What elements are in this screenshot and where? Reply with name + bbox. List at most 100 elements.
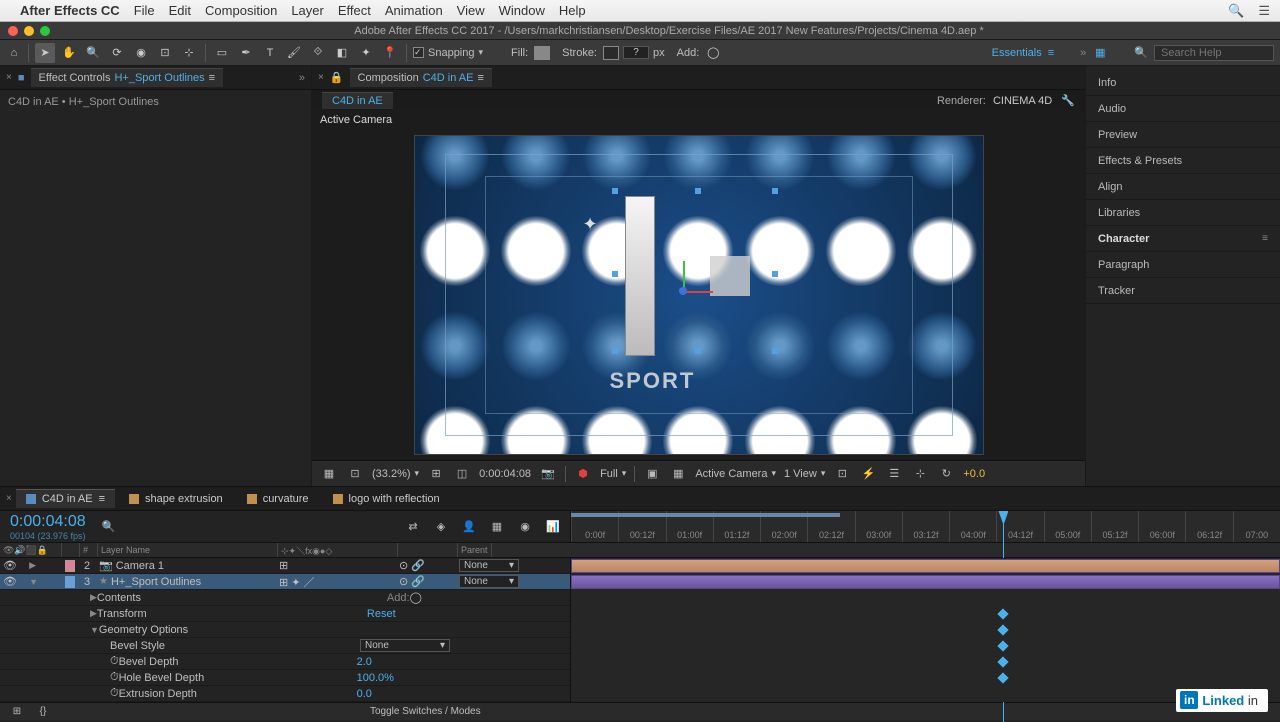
menu-composition[interactable]: Composition <box>205 3 277 18</box>
layer-bar-sport[interactable] <box>571 575 1280 589</box>
keyframe-icon[interactable] <box>998 608 1009 619</box>
render-icon[interactable]: ⊡ <box>346 465 364 483</box>
grid-icon[interactable]: ⊞ <box>427 465 445 483</box>
menu-edit[interactable]: Edit <box>169 3 191 18</box>
composition-tab[interactable]: Composition C4D in AE ≡ <box>350 68 492 87</box>
align-panel-tab[interactable]: Align <box>1086 174 1280 200</box>
comp-close-icon[interactable]: × <box>318 72 324 83</box>
snapshot-icon[interactable]: 📷 <box>539 465 557 483</box>
flowchart-icon[interactable]: ⊹ <box>911 465 929 483</box>
draft3d-icon[interactable]: ◈ <box>432 518 450 536</box>
brush-tool[interactable]: 🖌 <box>284 43 304 63</box>
workspace-selector[interactable]: Essentials <box>992 47 1042 59</box>
app-name[interactable]: After Effects CC <box>20 3 120 18</box>
anchor-tool[interactable]: ⊹ <box>179 43 199 63</box>
menu-layer[interactable]: Layer <box>291 3 324 18</box>
menu-help[interactable]: Help <box>559 3 586 18</box>
timeline-tracks[interactable] <box>570 558 1280 702</box>
exposure-value[interactable]: +0.0 <box>963 468 985 480</box>
camera-tool[interactable]: ⊡ <box>155 43 175 63</box>
bevel-depth-value[interactable]: 2.0 <box>357 656 372 668</box>
extrusion-depth-value[interactable]: 0.0 <box>357 688 372 700</box>
hole-bevel-value[interactable]: 100.0% <box>357 672 394 684</box>
orbit-tool[interactable]: ⟳ <box>107 43 127 63</box>
reset-exposure-icon[interactable]: ↻ <box>937 465 955 483</box>
audio-panel-tab[interactable]: Audio <box>1086 96 1280 122</box>
zoom-tool[interactable]: 🔍 <box>83 43 103 63</box>
prop-geometry-options[interactable]: ▼ Geometry Options <box>0 622 570 638</box>
alpha-toggle-icon[interactable]: ▦ <box>320 465 338 483</box>
rectangle-tool[interactable]: ▭ <box>212 43 232 63</box>
tracker-panel-tab[interactable]: Tracker <box>1086 278 1280 304</box>
chevron-right-icon[interactable]: » <box>1080 47 1086 59</box>
search-help-input[interactable] <box>1154 45 1274 61</box>
transform-reset-link[interactable]: Reset <box>367 608 396 620</box>
graph-editor-icon[interactable]: 📊 <box>544 518 562 536</box>
resolution-dropdown[interactable]: Full▾ <box>600 468 626 480</box>
stroke-color-swatch[interactable] <box>603 46 619 60</box>
keyframe-icon[interactable] <box>998 656 1009 667</box>
timeline-tab-shape[interactable]: shape extrusion <box>119 490 233 508</box>
layer-row-sport-outlines[interactable]: 👁 ▼ 3 ★ H+_Sport Outlines ⊞ ✦ ／ ⊙ 🔗 None… <box>0 574 570 590</box>
panel-chevron-icon[interactable]: » <box>299 72 305 84</box>
window-close-button[interactable] <box>8 26 18 36</box>
menu-window[interactable]: Window <box>499 3 545 18</box>
hand-tool[interactable]: ✋ <box>59 43 79 63</box>
expand-icon[interactable]: ⊞ <box>8 703 26 721</box>
menu-list-icon[interactable]: ☰ <box>1258 3 1270 19</box>
mask-icon[interactable]: ◫ <box>453 465 471 483</box>
comp-menu-icon[interactable]: ≡ <box>477 72 483 84</box>
puppet-tool[interactable]: 📍 <box>380 43 400 63</box>
paragraph-panel-tab[interactable]: Paragraph <box>1086 252 1280 278</box>
tab-menu-icon[interactable]: ≡ <box>99 493 105 505</box>
preview-panel-tab[interactable]: Preview <box>1086 122 1280 148</box>
bevel-style-dropdown[interactable]: None▾ <box>360 639 450 652</box>
pixel-aspect-icon[interactable]: ⊡ <box>833 465 851 483</box>
composition-viewer[interactable]: SPORT ✦ <box>414 135 984 455</box>
panel-close-icon[interactable]: × <box>6 72 12 83</box>
prop-transform[interactable]: ▶ Transform Reset <box>0 606 570 622</box>
snapping-chevron-icon[interactable]: ▾ <box>479 47 484 58</box>
motion-blur-icon[interactable]: ◉ <box>516 518 534 536</box>
toggle-switches-modes[interactable]: Toggle Switches / Modes <box>370 706 481 717</box>
prop-bevel-style[interactable]: Bevel Style None▾ <box>0 638 570 654</box>
panel-menu-icon[interactable]: ≡ <box>209 72 215 84</box>
fast-preview-icon[interactable]: ⚡ <box>859 465 877 483</box>
add-shape-icon[interactable]: ◯ <box>410 591 422 604</box>
keyframe-icon[interactable] <box>998 640 1009 651</box>
selection-tool[interactable]: ➤ <box>35 43 55 63</box>
character-panel-menu-icon[interactable]: ≡ <box>1262 233 1268 244</box>
anchor-point-icon[interactable]: ✦ <box>583 214 598 235</box>
menu-animation[interactable]: Animation <box>385 3 443 18</box>
parent-dropdown[interactable]: None▾ <box>459 559 519 572</box>
frame-blend-icon[interactable]: ▦ <box>488 518 506 536</box>
window-minimize-button[interactable] <box>24 26 34 36</box>
transparency-icon[interactable]: ▦ <box>669 465 687 483</box>
renderer-dropdown[interactable]: CINEMA 4D <box>993 95 1052 107</box>
renderer-settings-icon[interactable]: 🔧 <box>1061 95 1075 107</box>
timeline-icon[interactable]: ☰ <box>885 465 903 483</box>
parent-dropdown[interactable]: None▾ <box>459 575 519 588</box>
pen-tool[interactable]: ✒ <box>236 43 256 63</box>
libraries-panel-tab[interactable]: Libraries <box>1086 200 1280 226</box>
add-shape-button[interactable]: ◯ <box>703 43 723 63</box>
type-tool[interactable]: T <box>260 43 280 63</box>
effect-controls-tab[interactable]: Effect Controls H+_Sport Outlines ≡ <box>31 68 224 87</box>
character-panel-tab[interactable]: Character≡ <box>1086 226 1280 252</box>
timeline-tab-c4d[interactable]: C4D in AE≡ <box>16 489 115 508</box>
eraser-tool[interactable]: ◧ <box>332 43 352 63</box>
lock-icon[interactable]: 🔒 <box>330 71 344 84</box>
zoom-dropdown[interactable]: (33.2%)▾ <box>372 468 419 480</box>
comp-inner-tab[interactable]: C4D in AE <box>322 92 393 109</box>
prop-hole-bevel-depth[interactable]: ⏱ Hole Bevel Depth 100.0% <box>0 670 570 686</box>
timeline-search-icon[interactable]: 🔍 <box>102 520 116 533</box>
window-maximize-button[interactable] <box>40 26 50 36</box>
camera-dropdown[interactable]: Active Camera▾ <box>695 468 776 480</box>
snapping-toggle[interactable]: Snapping▾ <box>413 47 483 59</box>
region-icon[interactable]: ▣ <box>643 465 661 483</box>
info-panel-tab[interactable]: Info <box>1086 70 1280 96</box>
selection-bounding-box[interactable] <box>615 191 775 351</box>
shy-icon[interactable]: 👤 <box>460 518 478 536</box>
layer-row-camera[interactable]: 👁 ▶ 2 📷 Camera 1 ⊞ ⊙ 🔗 None▾ <box>0 558 570 574</box>
menu-view[interactable]: View <box>457 3 485 18</box>
